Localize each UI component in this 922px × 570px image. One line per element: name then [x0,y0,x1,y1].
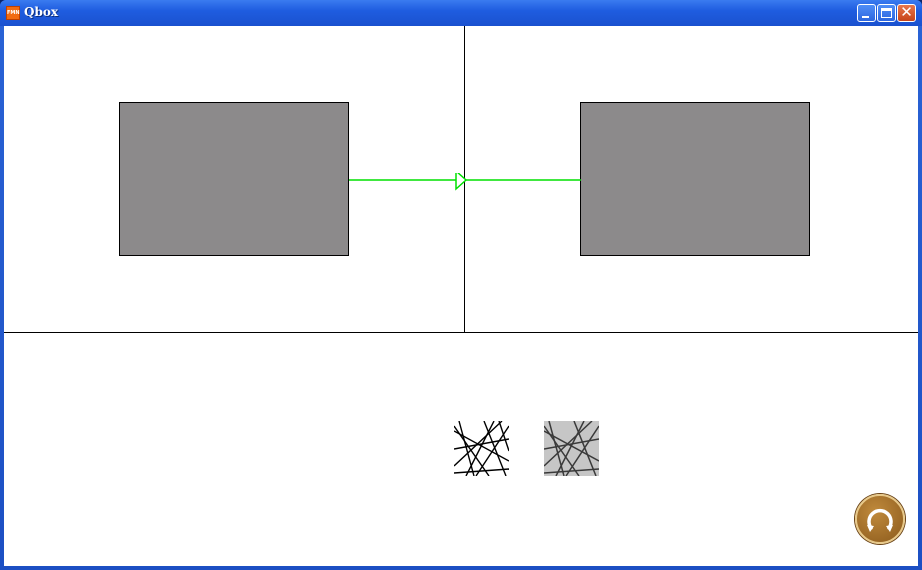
arrow-connector [349,173,581,191]
minimize-button[interactable] [857,4,876,22]
window-title: Qbox [24,5,59,19]
app-window: FMN Qbox ✕ [0,0,922,570]
title-bar[interactable]: FMN Qbox ✕ [0,0,922,26]
left-gray-box[interactable] [119,102,349,256]
maximize-icon [881,8,892,18]
right-gray-box[interactable] [580,102,810,256]
client-area [4,26,918,566]
line-pattern-thumbnail-1[interactable] [454,421,509,476]
horizontal-divider [4,332,918,333]
line-pattern-thumbnail-2[interactable] [544,421,599,476]
arrow-head-icon [455,173,468,191]
close-icon: ✕ [900,3,913,21]
minimize-icon [862,16,869,18]
app-icon: FMN [6,6,20,20]
refresh-button[interactable] [855,494,905,544]
maximize-button[interactable] [877,4,896,22]
close-button[interactable]: ✕ [897,4,916,22]
refresh-icon [867,508,893,532]
